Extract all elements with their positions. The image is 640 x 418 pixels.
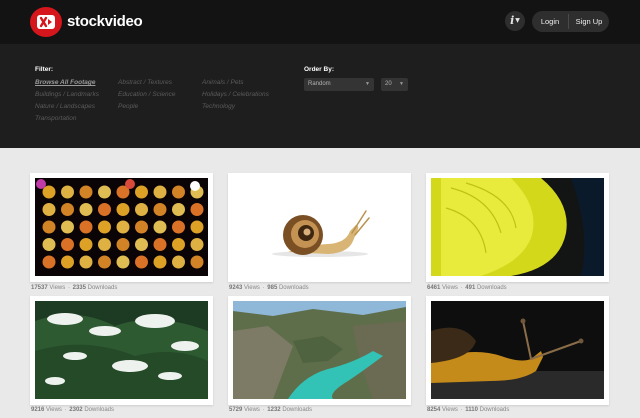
brand-name[interactable]: stockvideo	[67, 13, 143, 30]
bokeh-light	[153, 203, 167, 216]
per-page-select[interactable]: 20 ▼	[381, 78, 408, 91]
filter-people[interactable]: People	[118, 102, 175, 114]
order-by-title: Order By:	[304, 66, 334, 73]
bokeh-light	[61, 220, 74, 234]
bokeh-light	[79, 255, 93, 269]
video-stats: 5729 Views · 1232 Downloads	[229, 407, 312, 413]
bokeh-light	[42, 255, 56, 269]
bokeh-light	[190, 220, 204, 234]
bokeh-light	[172, 203, 185, 216]
filter-title: Filter:	[35, 66, 54, 73]
bokeh-light	[172, 220, 185, 234]
bokeh-light	[190, 203, 204, 216]
filter-nature[interactable]: Nature / Landscapes	[35, 102, 99, 114]
bokeh-light	[135, 220, 148, 234]
filter-holidays[interactable]: Holidays / Celebrations	[202, 90, 269, 102]
filter-abstract[interactable]: Abstract / Textures	[118, 78, 175, 90]
filter-animals[interactable]: Animals / Pets	[202, 78, 269, 90]
bokeh-light	[61, 185, 74, 199]
caret-down-icon: ▼	[515, 17, 520, 24]
video-thumbnail[interactable]	[233, 301, 406, 399]
video-stats: 17537 Views · 2335 Downloads	[31, 285, 118, 291]
bokeh-light	[153, 255, 167, 269]
bokeh-light	[98, 238, 111, 251]
bokeh-light	[135, 238, 148, 251]
video-card[interactable]	[426, 296, 609, 405]
video-card[interactable]	[228, 173, 411, 282]
river-canyon-image	[233, 301, 406, 399]
order-by-value: Random	[308, 81, 331, 87]
bokeh-light	[172, 185, 185, 199]
bokeh-light	[172, 238, 185, 251]
bokeh-light	[153, 238, 167, 251]
per-page-value: 20	[385, 81, 392, 87]
snail-image	[228, 173, 411, 282]
bokeh-light	[61, 203, 74, 216]
bokeh-light	[153, 220, 167, 234]
chevron-down-icon: ▼	[365, 81, 370, 87]
bokeh-light	[190, 255, 204, 269]
filter-buildings[interactable]: Buildings / Landmarks	[35, 90, 99, 102]
snail-closeup-image	[431, 301, 604, 399]
filter-browse-all[interactable]: Browse All Footage	[35, 78, 99, 90]
info-icon: i	[510, 14, 515, 27]
filter-education[interactable]: Education / Science	[118, 90, 175, 102]
bokeh-light	[116, 255, 130, 269]
bokeh-light	[79, 238, 93, 251]
bokeh-light	[61, 255, 74, 269]
bokeh-light	[61, 238, 74, 251]
bokeh-light	[42, 220, 56, 234]
login-button[interactable]: Login	[532, 11, 568, 32]
video-stats: 8254 Views · 1110 Downloads	[427, 407, 510, 413]
bokeh-light	[190, 181, 200, 191]
bokeh-light	[79, 203, 93, 216]
filter-column: Browse All Footage Buildings / Landmarks…	[35, 78, 99, 126]
filter-column: Animals / Pets Holidays / Celebrations T…	[202, 78, 269, 114]
bokeh-light	[116, 203, 130, 216]
snowy-pine-image	[35, 301, 208, 399]
video-thumbnail[interactable]	[431, 301, 604, 399]
signup-button[interactable]: Sign Up	[569, 11, 609, 32]
bokeh-lights-image	[35, 178, 208, 276]
chevron-down-icon: ▼	[399, 81, 404, 87]
video-card[interactable]	[228, 296, 411, 405]
video-stats: 9216 Views · 2302 Downloads	[31, 407, 114, 413]
bokeh-light	[135, 185, 148, 199]
auth-buttons: Login Sign Up	[532, 11, 609, 32]
video-thumbnail[interactable]	[228, 173, 411, 282]
video-thumbnail[interactable]	[35, 178, 208, 276]
bokeh-light	[190, 238, 204, 251]
order-by-select[interactable]: Random ▼	[304, 78, 374, 91]
bokeh-light	[135, 203, 148, 216]
bokeh-light	[42, 203, 56, 216]
bokeh-light	[125, 179, 135, 189]
video-card[interactable]	[426, 173, 609, 282]
yellow-macro-image	[431, 178, 604, 276]
filter-column: Abstract / Textures Education / Science …	[118, 78, 175, 114]
bokeh-light	[116, 238, 130, 251]
bokeh-light	[98, 220, 111, 234]
bokeh-light	[135, 255, 148, 269]
video-thumbnail[interactable]	[35, 301, 208, 399]
bokeh-light	[36, 179, 46, 189]
bokeh-light	[98, 185, 111, 199]
top-navbar: stockvideo i▼ Login Sign Up	[0, 0, 640, 44]
video-thumbnail[interactable]	[431, 178, 604, 276]
filter-transportation[interactable]: Transportation	[35, 114, 99, 126]
bokeh-light	[98, 255, 111, 269]
logo-icon[interactable]	[30, 7, 62, 37]
video-card[interactable]	[30, 296, 213, 405]
bokeh-light	[42, 238, 56, 251]
bokeh-light	[172, 255, 185, 269]
video-stats: 9243 Views · 985 Downloads	[229, 285, 309, 291]
bokeh-light	[79, 185, 93, 199]
bokeh-light	[153, 185, 167, 199]
filter-technology[interactable]: Technology	[202, 102, 269, 114]
info-menu-button[interactable]: i▼	[505, 11, 525, 31]
video-card[interactable]	[30, 173, 213, 282]
bokeh-light	[116, 220, 130, 234]
video-stats: 6461 Views · 491 Downloads	[427, 285, 507, 291]
bokeh-light	[98, 203, 111, 216]
bokeh-light	[79, 220, 93, 234]
